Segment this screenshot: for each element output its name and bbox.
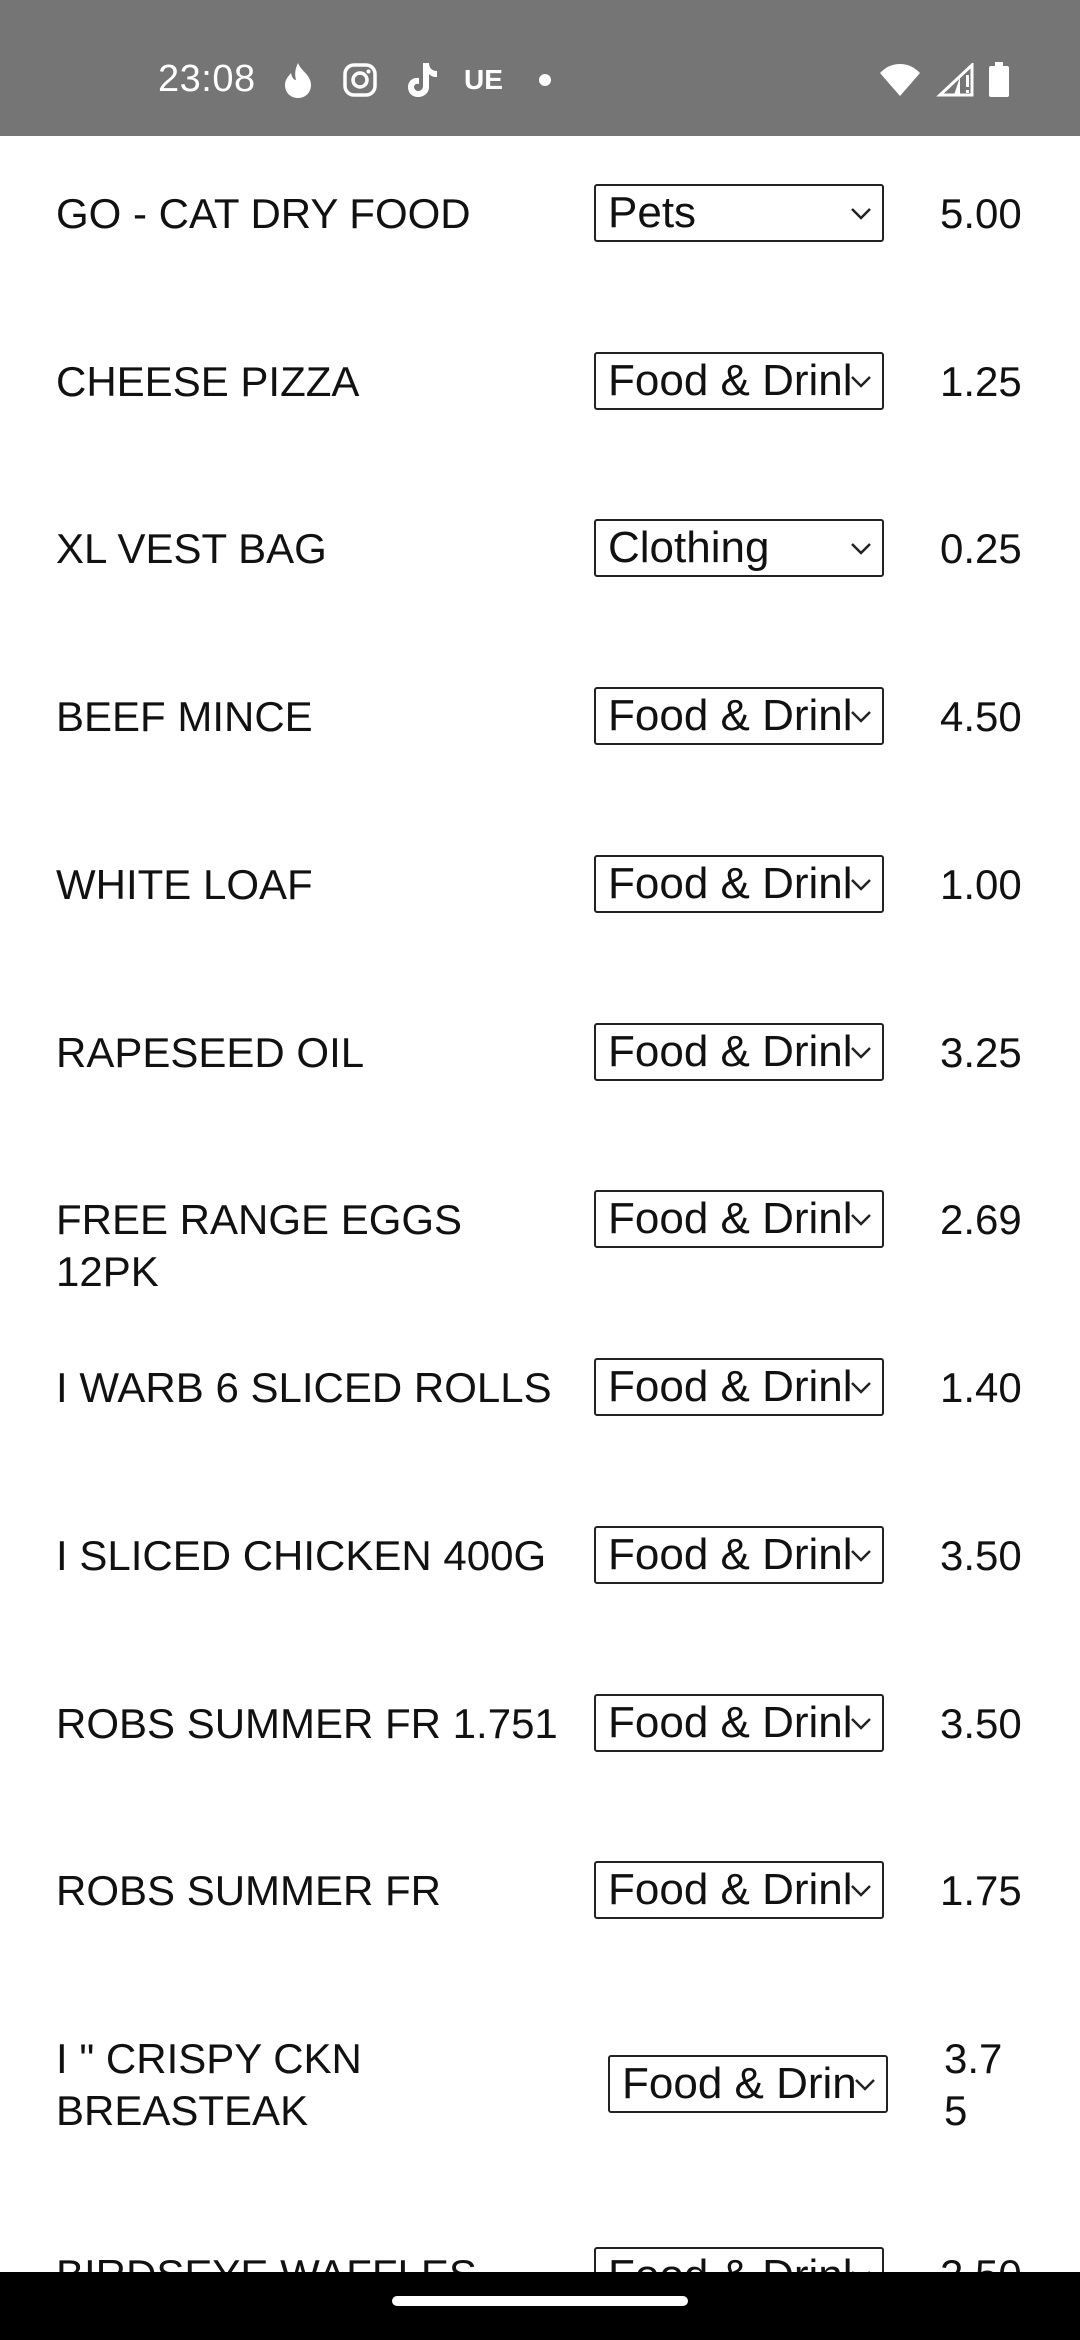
category-select[interactable]: Food & Drinl (594, 1190, 884, 1248)
chevron-down-icon (851, 1214, 871, 1226)
list-item: CHEESE PIZZA Food & Drinl 1.25 (0, 304, 1080, 472)
item-price: 3.25 (940, 1029, 1022, 1076)
chevron-down-icon (851, 543, 871, 555)
category-select[interactable]: Food & Drinl (594, 687, 884, 745)
item-price: 1.40 (940, 1364, 1022, 1411)
category-select[interactable]: Food & Drinl (594, 1526, 884, 1584)
item-name: XL VEST BAG (56, 525, 327, 572)
item-price: 1.25 (940, 358, 1022, 405)
wifi-icon (878, 63, 922, 102)
item-name: FREE RANGE EGGS 12PK (56, 1196, 463, 1295)
list-item: I WARB 6 SLICED ROLLS Food & Drinl 1.40 (0, 1310, 1080, 1478)
list-item: XL VEST BAG Clothing 0.25 (0, 471, 1080, 639)
tiktok-icon (402, 60, 442, 100)
category-value: Food & Drinl (608, 2251, 853, 2272)
list-item: ROBS SUMMER FR 1.751 Food & Drinl 3.50 (0, 1646, 1080, 1814)
battery-icon (988, 62, 1010, 103)
chevron-down-icon (851, 711, 871, 723)
item-price: 5.00 (940, 190, 1022, 237)
list-item: I " CRISPY CKN BREASTEAK Food & Drin 3.7… (0, 1981, 1080, 2211)
chevron-down-icon (852, 2271, 870, 2272)
item-name: GO - CAT DRY FOOD (56, 190, 471, 237)
chevron-down-icon (851, 376, 871, 388)
category-value: Food & Drinl (608, 356, 853, 405)
chevron-down-icon (851, 879, 871, 891)
category-select[interactable]: Food & Drinl (594, 2247, 884, 2272)
list-item: FREE RANGE EGGS 12PK Food & Drinl 2.69 (0, 1142, 1080, 1310)
category-value: Food & Drinl (608, 691, 853, 740)
item-name: I WARB 6 SLICED ROLLS (56, 1364, 552, 1411)
list-item: GO - CAT DRY FOOD Pets 5.00 (0, 136, 1080, 304)
chevron-down-icon (851, 1885, 871, 1897)
item-name: WHITE LOAF (56, 861, 313, 908)
category-select[interactable]: Food & Drinl (594, 352, 884, 410)
category-select[interactable]: Food & Drin (608, 2055, 888, 2113)
flame-icon (278, 60, 318, 100)
item-name: CHEESE PIZZA (56, 358, 360, 405)
category-value: Food & Drinl (608, 1194, 853, 1243)
status-bar: 23:08 UE (0, 0, 1080, 136)
category-value: Food & Drinl (608, 1865, 853, 1914)
list-item: WHITE LOAF Food & Drinl 1.00 (0, 807, 1080, 975)
category-select[interactable]: Food & Drinl (594, 1861, 884, 1919)
category-value: Food & Drinl (608, 1698, 853, 1747)
status-time: 23:08 (158, 58, 256, 100)
list-item: RAPESEED OIL Food & Drinl 3.25 (0, 975, 1080, 1143)
category-value: Food & Drinl (608, 1530, 853, 1579)
list-item: BEEF MINCE Food & Drinl 4.50 (0, 639, 1080, 807)
item-price: 3.50 (940, 1700, 1022, 1747)
category-value: Pets (608, 188, 697, 237)
category-value: Food & Drinl (608, 1027, 853, 1076)
navigation-bar (0, 2272, 1080, 2340)
category-value: Food & Drin (622, 2059, 857, 2108)
notification-dot-icon (538, 74, 551, 86)
category-select[interactable]: Food & Drinl (594, 1023, 884, 1081)
item-price: 1.75 (940, 1867, 1022, 1914)
category-select[interactable]: Food & Drinl (594, 855, 884, 913)
carrier-icon: UE (464, 64, 503, 95)
chevron-down-icon (851, 1550, 871, 1562)
category-value: Food & Drinl (608, 859, 853, 908)
list-item: ROBS SUMMER FR Food & Drinl 1.75 (0, 1813, 1080, 1981)
item-price: 3.50 (940, 1532, 1022, 1579)
instagram-icon (340, 60, 380, 100)
item-price: 2.69 (940, 1196, 1022, 1243)
chevron-down-icon (851, 208, 871, 220)
category-value: Clothing (608, 523, 770, 572)
chevron-down-icon (855, 2079, 875, 2091)
item-price: 3.75 (944, 2035, 1003, 2134)
item-price: 1.00 (940, 861, 1022, 908)
chevron-down-icon (851, 1382, 871, 1394)
category-select[interactable]: Clothing (594, 519, 884, 577)
item-price: 0.25 (940, 525, 1022, 572)
item-name: BIRDSEYE WAFFLES (56, 2249, 576, 2272)
item-price: 2.50 (940, 2249, 1022, 2272)
chevron-down-icon (851, 1047, 871, 1059)
item-price: 4.50 (940, 693, 1022, 740)
category-select[interactable]: Food & Drinl (594, 1358, 884, 1416)
list-item: I SLICED CHICKEN 400G Food & Drinl 3.50 (0, 1478, 1080, 1646)
chevron-down-icon (851, 1718, 871, 1730)
signal-icon (936, 61, 974, 102)
item-name: I SLICED CHICKEN 400G (56, 1532, 547, 1579)
item-name: BEEF MINCE (56, 693, 313, 740)
item-name: I " CRISPY CKN BREASTEAK (56, 2035, 362, 2134)
category-value: Food & Drinl (608, 1362, 853, 1411)
item-name: ROBS SUMMER FR (56, 1867, 442, 1914)
home-gesture-handle[interactable] (392, 2296, 688, 2306)
item-name: RAPESEED OIL (56, 1029, 365, 1076)
expense-list: GO - CAT DRY FOOD Pets 5.00 CHEESE PIZZA… (0, 136, 1080, 2272)
category-select[interactable]: Pets (594, 184, 884, 242)
item-name: ROBS SUMMER FR 1.751 (56, 1700, 558, 1747)
list-item: BIRDSEYE WAFFLES Food & Drinl 2.50 (0, 2211, 1080, 2272)
category-select[interactable]: Food & Drinl (594, 1694, 884, 1752)
